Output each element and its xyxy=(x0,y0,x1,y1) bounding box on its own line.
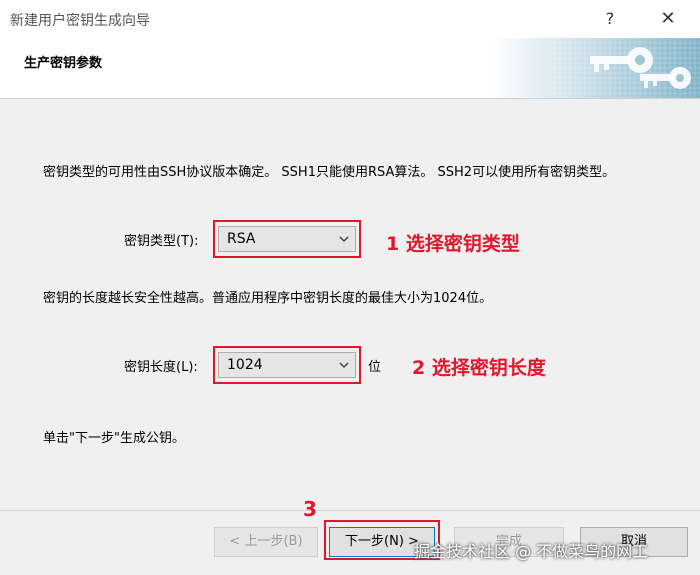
title-bar: 新建用户密钥生成向导 ? ✕ xyxy=(0,0,700,38)
key-length-description: 密钥的长度越长安全性越高。普通应用程序中密钥长度的最佳大小为1024位。 xyxy=(43,291,493,306)
next-step-hint: 单击"下一步"生成公钥。 xyxy=(43,431,185,446)
annotation-box-key-type xyxy=(213,220,361,258)
key-length-label: 密钥长度(L): xyxy=(124,360,198,375)
annotation-box-key-length xyxy=(213,346,361,384)
annotation-step-1: 1 选择密钥类型 xyxy=(386,233,520,255)
keys-icon xyxy=(490,38,700,98)
key-type-description: 密钥类型的可用性由SSH协议版本确定。 SSH1只能使用RSA算法。 SSH2可… xyxy=(43,165,616,180)
annotation-step-2: 2 选择密钥长度 xyxy=(412,357,546,379)
help-button[interactable]: ? xyxy=(596,6,624,32)
window-title: 新建用户密钥生成向导 xyxy=(10,13,150,29)
watermark: 掘金技术社区 @ 不做菜鸟的网工 xyxy=(414,542,649,561)
wizard-content: 密钥类型的可用性由SSH协议版本确定。 SSH1只能使用RSA算法。 SSH2可… xyxy=(0,99,700,510)
page-title: 生产密钥参数 xyxy=(24,56,103,71)
key-length-unit: 位 xyxy=(368,360,382,375)
wizard-header: 生产密钥参数 xyxy=(0,38,700,99)
annotation-step-3: 3 xyxy=(303,497,317,521)
key-type-label: 密钥类型(T): xyxy=(124,234,199,249)
close-button[interactable]: ✕ xyxy=(654,6,682,32)
prev-button[interactable]: < 上一步(B) xyxy=(214,527,318,557)
